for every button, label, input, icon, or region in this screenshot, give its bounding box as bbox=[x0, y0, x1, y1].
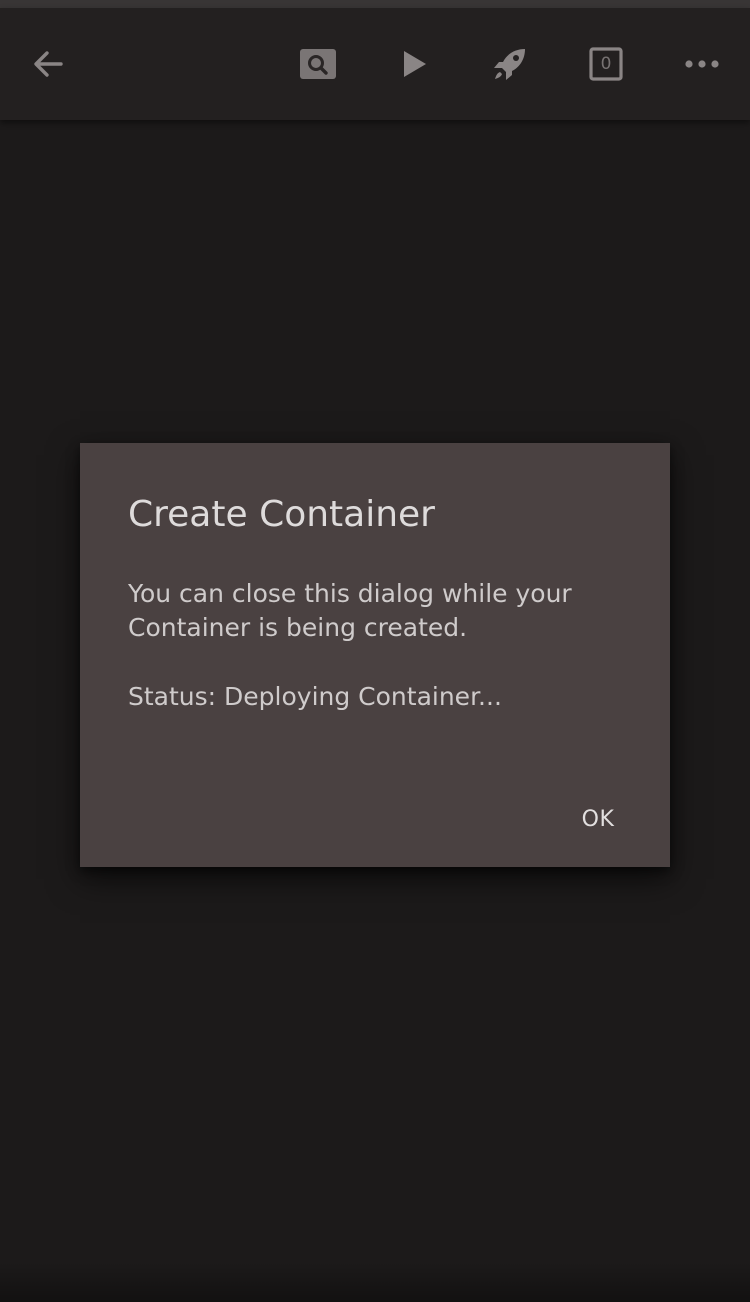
dialog-title: Create Container bbox=[128, 494, 435, 535]
screen: 0 Create Container You can close this di… bbox=[0, 0, 750, 1302]
dialog-message: You can close this dialog while your Con… bbox=[128, 579, 572, 642]
ok-button[interactable]: OK bbox=[566, 797, 630, 841]
create-container-dialog: Create Container You can close this dial… bbox=[80, 443, 670, 867]
dialog-status: Status: Deploying Container... bbox=[128, 682, 502, 711]
bottom-shadow bbox=[0, 1262, 750, 1302]
